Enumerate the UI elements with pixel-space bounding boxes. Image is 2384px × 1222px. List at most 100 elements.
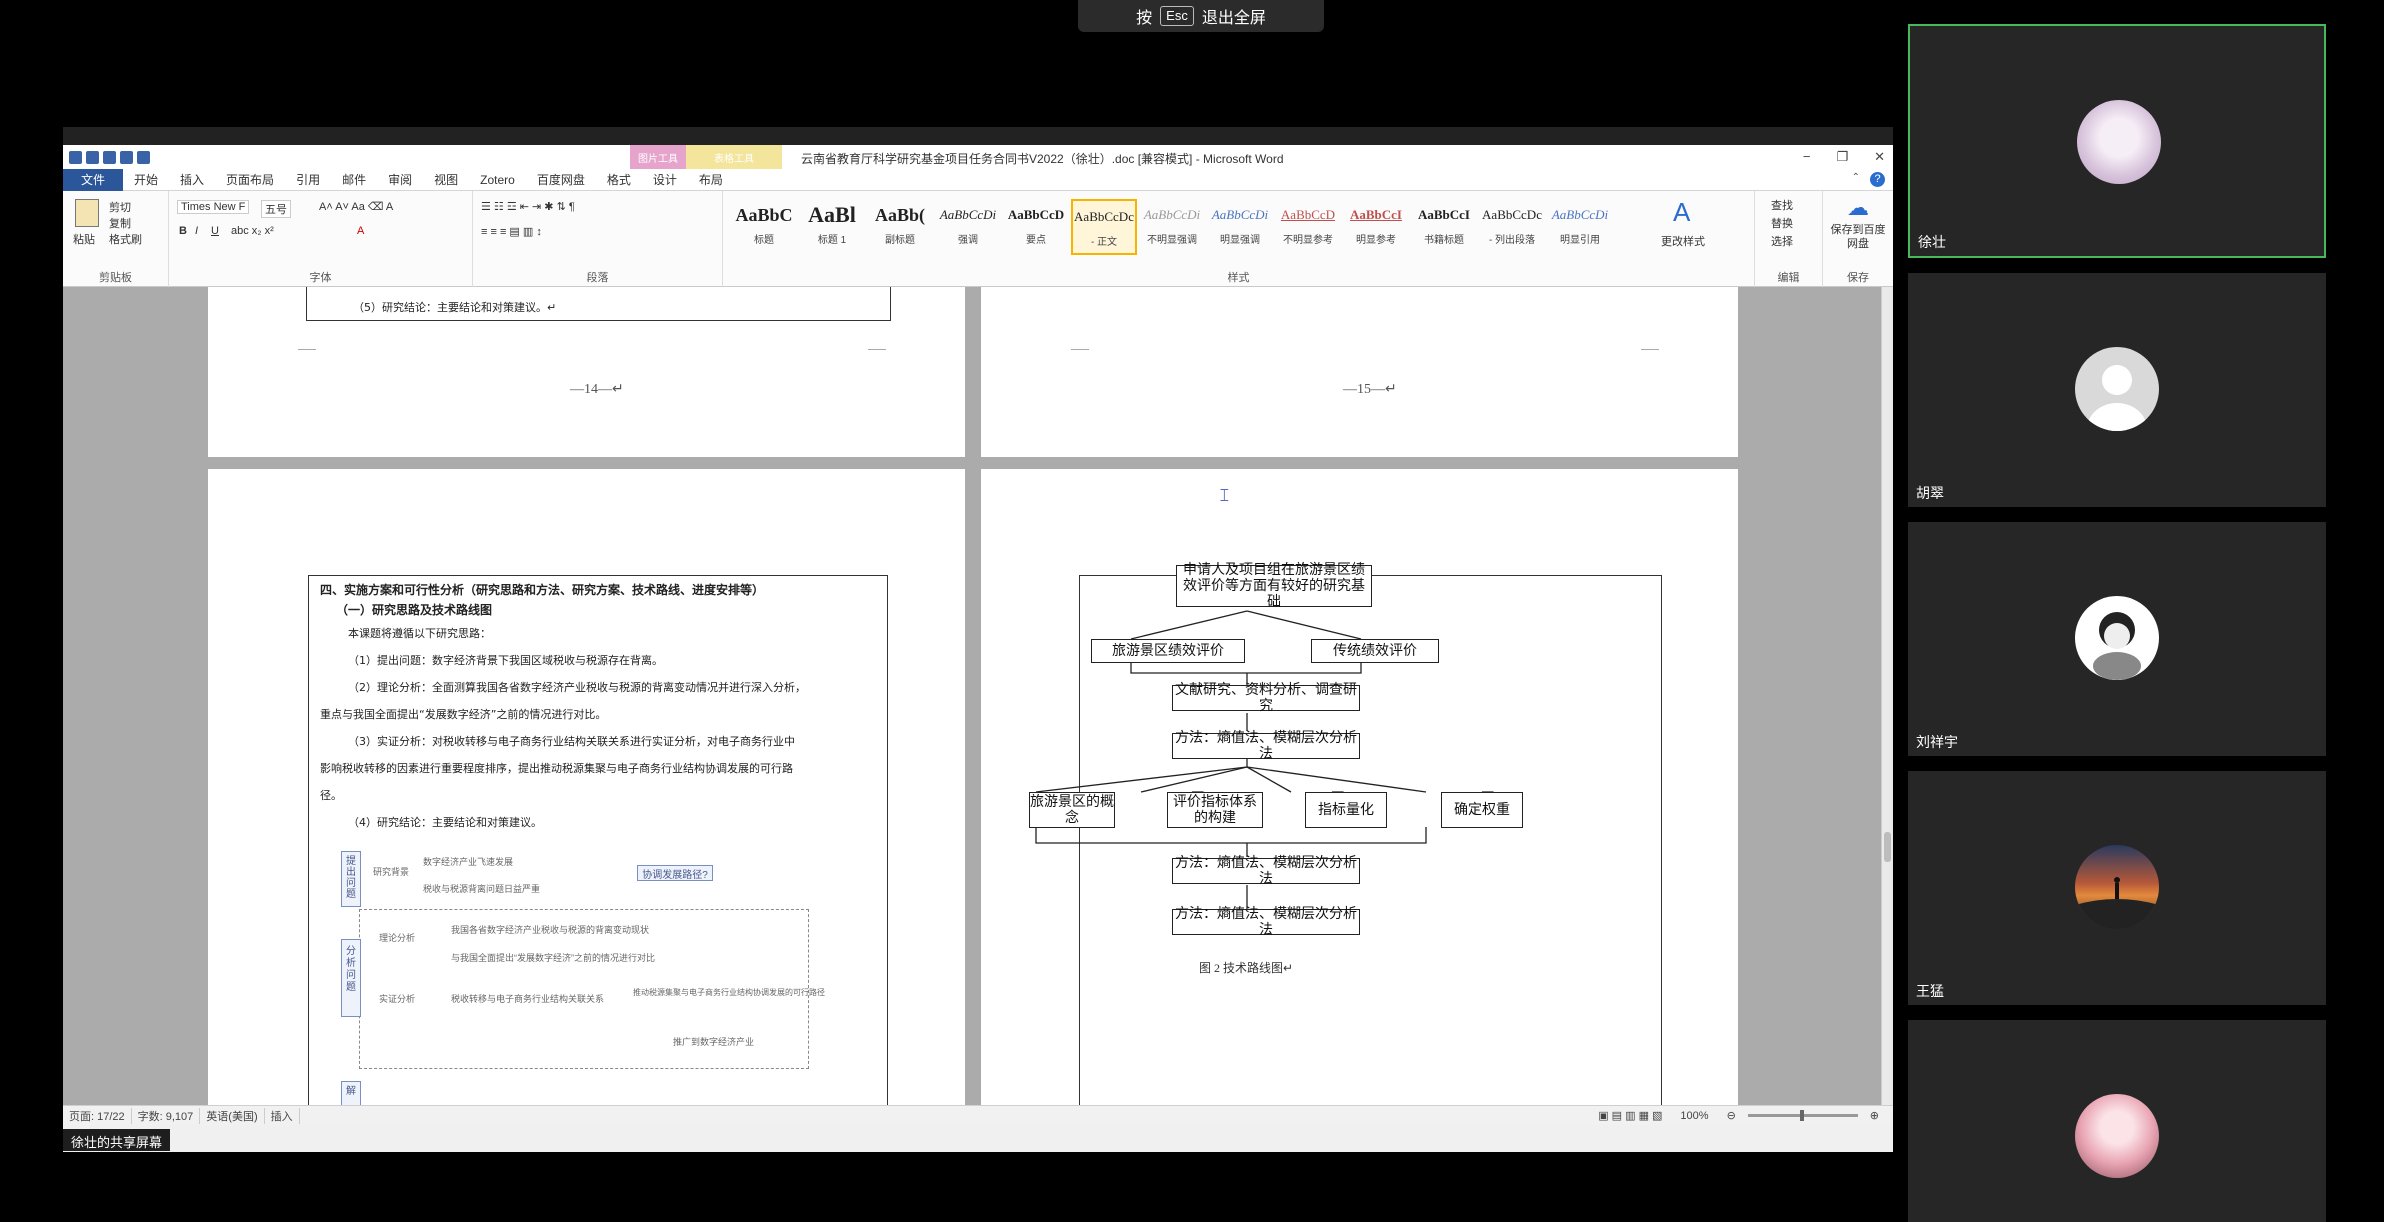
replace-button[interactable]: 替换 [1771,215,1793,231]
context-tab-headers: 图片工具 表格工具 [630,145,782,169]
clipboard-group-label: 剪贴板 [99,272,132,284]
save-to-baidu-button[interactable]: 保存到百度网盘 [1827,223,1889,251]
select-button[interactable]: 选择 [1771,233,1793,249]
tab-references[interactable]: 引用 [285,171,331,188]
close-icon[interactable]: ✕ [1874,149,1885,165]
cut-button[interactable]: 剪切 [109,199,131,215]
zoom-in-icon[interactable]: ⊕ [1864,1109,1885,1122]
find-button[interactable]: 查找 [1771,197,1793,213]
paste-button[interactable]: 粘贴 [73,231,95,247]
change-styles-button[interactable]: 更改样式 [1661,233,1705,249]
font-color-icon[interactable]: A [357,225,364,237]
tab-format[interactable]: 格式 [596,171,642,188]
tab-home[interactable]: 开始 [123,171,169,188]
list-icons[interactable]: ☰ ☷ ☲ ⇤ ⇥ ✱ ⇅ ¶ [481,200,575,213]
flow-method2-box: 方法：熵值法、模糊层次分析法 [1172,855,1360,887]
page-14: （5）研究结论：主要结论和对策建议。↵ —14—↵ [208,287,965,457]
tab-page-layout[interactable]: 页面布局 [215,171,285,188]
bold-icon[interactable]: B [179,225,187,237]
baidu-cloud-icon[interactable]: ☁ [1847,195,1869,221]
tab-baidu[interactable]: 百度网盘 [526,171,596,188]
picture-tools-header: 图片工具 [630,145,686,169]
mini-theory-label: 理论分析 [379,933,416,943]
tab-insert[interactable]: 插入 [169,171,215,188]
style-strong[interactable]: AaBbCcD 要点 [1003,199,1069,255]
style-intense-reference[interactable]: AaBbCcI 明显参考 [1343,199,1409,255]
status-words[interactable]: 字数: 9,107 [132,1107,201,1124]
tab-view[interactable]: 视图 [423,171,469,188]
participant-tile-3[interactable]: 刘祥宇 [1908,522,2326,756]
help-icon[interactable]: ? [1870,172,1885,187]
flow-step4-box: 确定权重 [1441,792,1523,828]
vertical-scrollbar[interactable] [1881,287,1893,1105]
stage-raise-problem: 提出问题 [341,851,361,907]
tab-layout[interactable]: 布局 [688,171,734,188]
tab-design[interactable]: 设计 [642,171,688,188]
zoom-out-icon[interactable]: ⊖ [1721,1109,1742,1122]
style-heading1[interactable]: AaBl 标题 1 [799,199,865,255]
print-icon[interactable] [137,150,150,164]
participant-tile-4[interactable]: 王猛 [1908,771,2326,1005]
undo-icon[interactable] [103,150,116,164]
style-emphasis[interactable]: AaBbCcDi 强调 [935,199,1001,255]
strike-sub-sup-icon[interactable]: abc x₂ x² [231,225,274,237]
copy-button[interactable]: 复制 [109,215,131,231]
avatar-1 [2077,100,2161,184]
style-list-paragraph[interactable]: AaBbCcDc - 列出段落 [1479,199,1545,255]
participant-tile-1[interactable]: 徐壮 [1908,24,2326,258]
font-group-label: 字体 [309,272,332,284]
body-para-3: 重点与我国全面提出“发展数字经济”之前的情况进行对比。 [320,708,607,721]
toast-suffix: 退出全屏 [1201,10,1266,27]
underline-icon[interactable]: U [211,225,219,237]
zoom-level[interactable]: 100% [1674,1110,1714,1122]
zoom-slider[interactable] [1747,1110,1858,1121]
minimize-icon[interactable]: − [1803,149,1811,165]
participant-name-2: 胡翠 [1916,485,1944,501]
font-grow-shrink-icon[interactable]: A˄ A˅ Aa ⌫ A [319,200,393,213]
participant-tile-2[interactable]: 胡翠 [1908,273,2326,507]
change-styles-icon[interactable]: A [1673,197,1690,228]
tab-file[interactable]: 文件 [63,168,124,191]
mini-bg-item2: 税收与税源背离问题日益严重 [423,884,541,894]
style-title[interactable]: AaBbC 标题 [731,199,797,255]
font-size-box[interactable]: 五号 [261,200,291,218]
document-area[interactable]: （5）研究结论：主要结论和对策建议。↵ —14—↵ —15—↵ 四、实施方案和可… [63,287,1881,1105]
redo-icon[interactable] [120,150,133,164]
style-intense-emphasis[interactable]: AaBbCcDi 明显强调 [1207,199,1273,255]
align-icons[interactable]: ≡ ≡ ≡ ▤ ▥ ↕ [481,225,542,238]
restore-icon[interactable]: ❐ [1836,149,1848,165]
crop-mark [1071,349,1089,367]
document-title: 云南省教育厅科学研究基金项目任务合同书V2022（徐壮）.doc [兼容模式] … [801,152,1284,166]
tab-review[interactable]: 审阅 [377,171,423,188]
tab-mailings[interactable]: 邮件 [331,171,377,188]
mini-empirical-item1: 税收转移与电子商务行业结构关联关系 [451,994,605,1004]
stage-analyze-problem: 分析问题 [341,939,361,1017]
research-idea-diagram[interactable]: 提出问题 研究背景 数字经济产业飞速发展 税收与税源背离问题日益严重 协调发展路… [333,847,873,1105]
cartoon-avatar-icon [2093,612,2141,680]
status-mode[interactable]: 插入 [265,1107,300,1124]
mini-theory-item1: 我国各省数字经济产业税收与税源的背离变动现状 [451,925,650,935]
participant-tile-5[interactable] [1908,1020,2326,1222]
ribbon-collapse-icon[interactable]: ⌃ [1852,172,1860,187]
tab-zotero[interactable]: Zotero [469,173,526,187]
scrollbar-thumb[interactable] [1884,832,1891,862]
font-name-box[interactable]: Times New F [177,200,250,214]
style-subtle-emphasis[interactable]: AaBbCcDi 不明显强调 [1139,199,1205,255]
page14-number: —14—↵ [570,382,624,397]
status-language[interactable]: 英语(美国) [200,1107,265,1124]
format-painter-button[interactable]: 格式刷 [109,231,142,247]
status-page[interactable]: 页面: 17/22 [63,1107,132,1124]
italic-icon[interactable]: I [195,225,198,237]
style-subtitle[interactable]: AaBb(副标题 [867,199,933,255]
editing-group: 查找 替换 选择 编辑 [1755,191,1823,287]
style-book-title[interactable]: AaBbCcI 书籍标题 [1411,199,1477,255]
save-icon[interactable] [86,150,99,164]
flow-left-box: 旅游景区绩效评价 [1091,639,1245,663]
style-normal[interactable]: AaBbCcDc - 正文 [1071,199,1137,255]
style-subtle-reference[interactable]: AaBbCcD 不明显参考 [1275,199,1341,255]
flow-step1-box: 旅游景区的概念 [1029,792,1115,828]
shared-screen: 图片工具 表格工具 云南省教育厅科学研究基金项目任务合同书V2022（徐壮）.d… [63,127,1893,1152]
style-intense-quote[interactable]: AaBbCcDi 明显引用 [1547,199,1613,255]
view-mode-icons[interactable]: ▣ ▤ ▥ ▦ ▧ [1592,1109,1668,1122]
flow-right-box: 传统绩效评价 [1311,639,1439,663]
